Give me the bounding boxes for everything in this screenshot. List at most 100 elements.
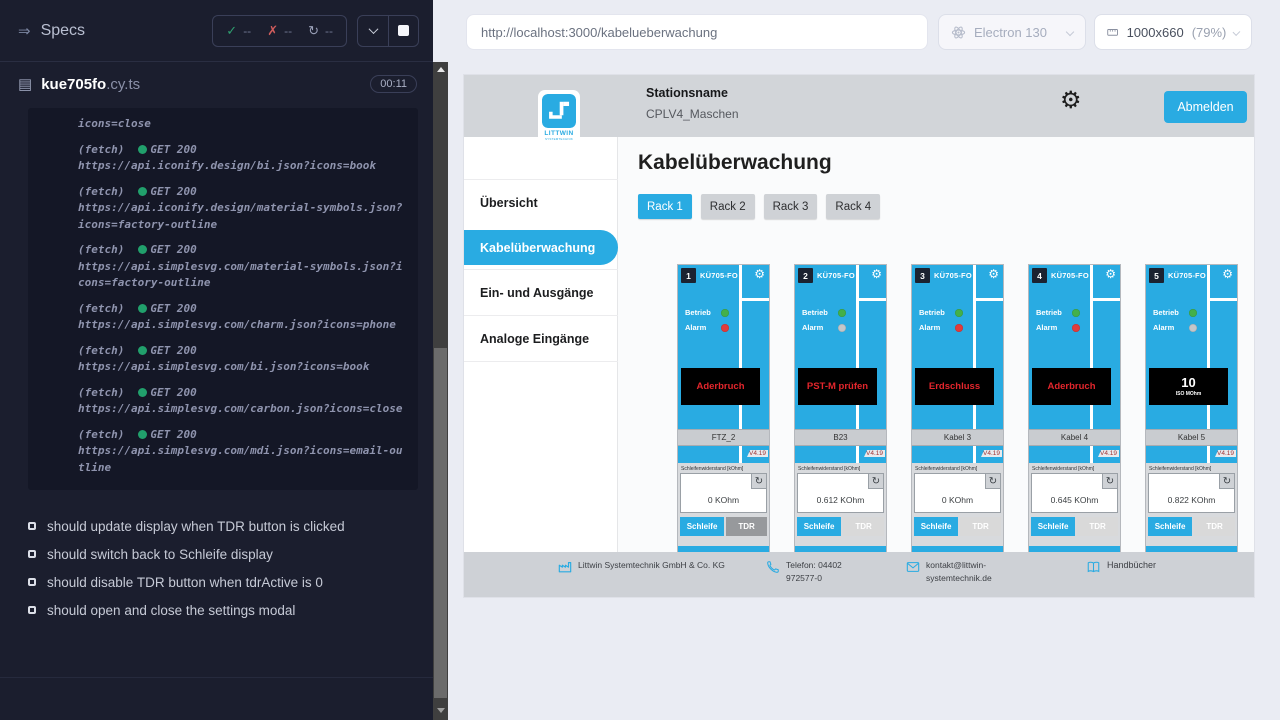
tdr-button[interactable]: TDR bbox=[960, 517, 1001, 536]
station-info: Stationsname CPLV4_Maschen bbox=[646, 86, 739, 121]
log-entry[interactable]: (fetch)GET 200https://api.simplesvg.com/… bbox=[78, 242, 404, 292]
test-item[interactable]: should switch back to Schleife display bbox=[28, 540, 417, 568]
tab-rack-1[interactable]: Rack 1 bbox=[638, 194, 692, 219]
tdr-button[interactable]: TDR bbox=[1194, 517, 1235, 536]
scrollbar[interactable] bbox=[433, 62, 448, 720]
rack-tabs: Rack 1 Rack 2 Rack 3 Rack 4 bbox=[638, 194, 880, 219]
measurement-panel: Schleifenwiderstand [kOhm] ↻ 0.612 KOhm … bbox=[795, 463, 886, 553]
settings-gear-icon[interactable]: ⚙ bbox=[1060, 89, 1082, 113]
viewport-size: 1000x660 bbox=[1127, 25, 1184, 40]
divider bbox=[973, 298, 1003, 301]
measurement-value: 0.612 KOhm bbox=[798, 495, 883, 505]
device-cards: 1 KÜ705-FO ⚙ Betrieb Alarm Aderbruch FTZ… bbox=[677, 264, 1238, 552]
betrieb-led bbox=[1072, 309, 1080, 317]
tdr-button[interactable]: TDR bbox=[726, 517, 767, 536]
footer-email[interactable]: kontakt@littwin-systemtechnik.de bbox=[906, 559, 1023, 585]
spec-duration-badge: 00:11 bbox=[370, 75, 417, 93]
test-stats: ✓-- ✗-- ↻-- bbox=[212, 15, 347, 47]
logo-subtext: SYSTEMTECHNIK bbox=[542, 137, 576, 141]
measurement-display: ↻ 0.645 KOhm bbox=[1031, 473, 1118, 513]
specs-menu-icon: ⇒ bbox=[18, 22, 31, 40]
device-settings-gear-icon[interactable]: ⚙ bbox=[1105, 268, 1116, 280]
scrollbar-up-arrow[interactable] bbox=[433, 62, 448, 77]
stop-button[interactable] bbox=[388, 16, 418, 46]
divider bbox=[464, 361, 618, 362]
specs-toggle-button[interactable]: ⇒ Specs bbox=[18, 22, 85, 40]
measurement-label: Schleifenwiderstand [kOhm] bbox=[912, 463, 1003, 473]
status-display: Aderbruch bbox=[681, 368, 760, 405]
station-label: Stationsname bbox=[646, 86, 739, 100]
cross-icon: ✗ bbox=[267, 23, 278, 39]
test-item[interactable]: should open and close the settings modal bbox=[28, 596, 417, 624]
log-entry[interactable]: (fetch)GET 200https://api.simplesvg.com/… bbox=[78, 427, 404, 477]
scrollbar-down-arrow[interactable] bbox=[433, 703, 448, 718]
scrollbar-thumb[interactable] bbox=[434, 348, 447, 698]
url-input[interactable] bbox=[467, 25, 927, 40]
test-item[interactable]: should update display when TDR button is… bbox=[28, 512, 417, 540]
reporter-panel: ⇒ Specs ✓-- ✗-- ↻-- ▤ kue705fo.cy.ts 00:… bbox=[0, 0, 433, 720]
footer-manuals-link[interactable]: Handbücher bbox=[1086, 559, 1156, 574]
stop-icon bbox=[398, 25, 409, 36]
chevron-down-icon bbox=[368, 24, 378, 34]
refresh-icon: ↻ bbox=[1106, 476, 1114, 487]
device-settings-gear-icon[interactable]: ⚙ bbox=[1222, 268, 1233, 280]
device-model: KÜ705-FO bbox=[934, 271, 972, 280]
browser-bar: Electron 130 1000x660 (79%) bbox=[448, 0, 1280, 64]
log-entry[interactable]: icons=close bbox=[78, 116, 404, 133]
app-under-test: LITTWIN SYSTEMTECHNIK Stationsname CPLV4… bbox=[464, 75, 1254, 597]
alarm-led bbox=[838, 324, 846, 332]
cable-name: Kabel 3 bbox=[912, 429, 1003, 446]
tdr-button[interactable]: TDR bbox=[843, 517, 884, 536]
alarm-led-row: Alarm bbox=[919, 323, 963, 332]
schleife-button[interactable]: Schleife bbox=[1148, 517, 1192, 536]
betrieb-led bbox=[721, 309, 729, 317]
sidebar-item-kabelueberwachung[interactable]: Kabelüberwachung bbox=[464, 230, 618, 265]
specs-label: Specs bbox=[41, 22, 85, 40]
sidebar-item-uebersicht[interactable]: Übersicht bbox=[464, 179, 618, 225]
log-entry[interactable]: (fetch)GET 200https://api.simplesvg.com/… bbox=[78, 385, 404, 418]
schleife-button[interactable]: Schleife bbox=[680, 517, 724, 536]
log-entry[interactable]: (fetch)GET 200https://api.iconify.design… bbox=[78, 142, 404, 175]
refresh-button[interactable]: ↻ bbox=[1219, 474, 1234, 489]
betrieb-led-row: Betrieb bbox=[919, 308, 963, 317]
slot-number: 3 bbox=[915, 268, 930, 283]
betrieb-led-row: Betrieb bbox=[1153, 308, 1197, 317]
log-entry[interactable]: (fetch)GET 200https://api.iconify.design… bbox=[78, 184, 404, 234]
refresh-icon: ↻ bbox=[989, 476, 997, 487]
slot-number: 1 bbox=[681, 268, 696, 283]
device-settings-gear-icon[interactable]: ⚙ bbox=[988, 268, 999, 280]
refresh-button[interactable]: ↻ bbox=[868, 474, 883, 489]
ruler-icon bbox=[1107, 25, 1119, 39]
viewport-selector[interactable]: 1000x660 (79%) bbox=[1094, 14, 1252, 50]
tab-rack-3[interactable]: Rack 3 bbox=[764, 194, 818, 219]
sidebar-item-analoge-eingaenge[interactable]: Analoge Eingänge bbox=[464, 315, 618, 361]
divider bbox=[856, 298, 886, 301]
logout-button[interactable]: Abmelden bbox=[1164, 91, 1247, 123]
tab-rack-2[interactable]: Rack 2 bbox=[701, 194, 755, 219]
sidebar-item-ein-und-ausgaenge[interactable]: Ein- und Ausgänge bbox=[464, 269, 618, 315]
status-dot-icon bbox=[138, 245, 147, 254]
browser-selector[interactable]: Electron 130 bbox=[938, 14, 1086, 50]
refresh-button[interactable]: ↻ bbox=[751, 474, 766, 489]
test-item[interactable]: should disable TDR button when tdrActive… bbox=[28, 568, 417, 596]
refresh-button[interactable]: ↻ bbox=[985, 474, 1000, 489]
spec-file-row[interactable]: ▤ kue705fo.cy.ts 00:11 bbox=[0, 62, 433, 106]
firmware-version: V4.19 bbox=[981, 450, 1002, 457]
schleife-button[interactable]: Schleife bbox=[1031, 517, 1075, 536]
measurement-panel: Schleifenwiderstand [kOhm] ↻ 0.645 KOhm … bbox=[1029, 463, 1120, 553]
collapse-button[interactable] bbox=[358, 16, 388, 46]
device-card-5: 5 KÜ705-FO ⚙ Betrieb Alarm 10 ISO MOhm K… bbox=[1145, 264, 1238, 552]
app-content: Kabelüberwachung Rack 1 Rack 2 Rack 3 Ra… bbox=[618, 137, 1254, 552]
device-settings-gear-icon[interactable]: ⚙ bbox=[871, 268, 882, 280]
tab-rack-4[interactable]: Rack 4 bbox=[826, 194, 880, 219]
refresh-button[interactable]: ↻ bbox=[1102, 474, 1117, 489]
measurement-display: ↻ 0.822 KOhm bbox=[1148, 473, 1235, 513]
device-settings-gear-icon[interactable]: ⚙ bbox=[754, 268, 765, 280]
log-entry[interactable]: (fetch)GET 200https://api.simplesvg.com/… bbox=[78, 343, 404, 376]
slot-number: 5 bbox=[1149, 268, 1164, 283]
schleife-button[interactable]: Schleife bbox=[914, 517, 958, 536]
log-entry[interactable]: (fetch)GET 200https://api.simplesvg.com/… bbox=[78, 301, 404, 334]
tdr-button[interactable]: TDR bbox=[1077, 517, 1118, 536]
device-front-panel: 3 KÜ705-FO ⚙ Betrieb Alarm Erdschluss Ka… bbox=[912, 265, 1003, 463]
schleife-button[interactable]: Schleife bbox=[797, 517, 841, 536]
